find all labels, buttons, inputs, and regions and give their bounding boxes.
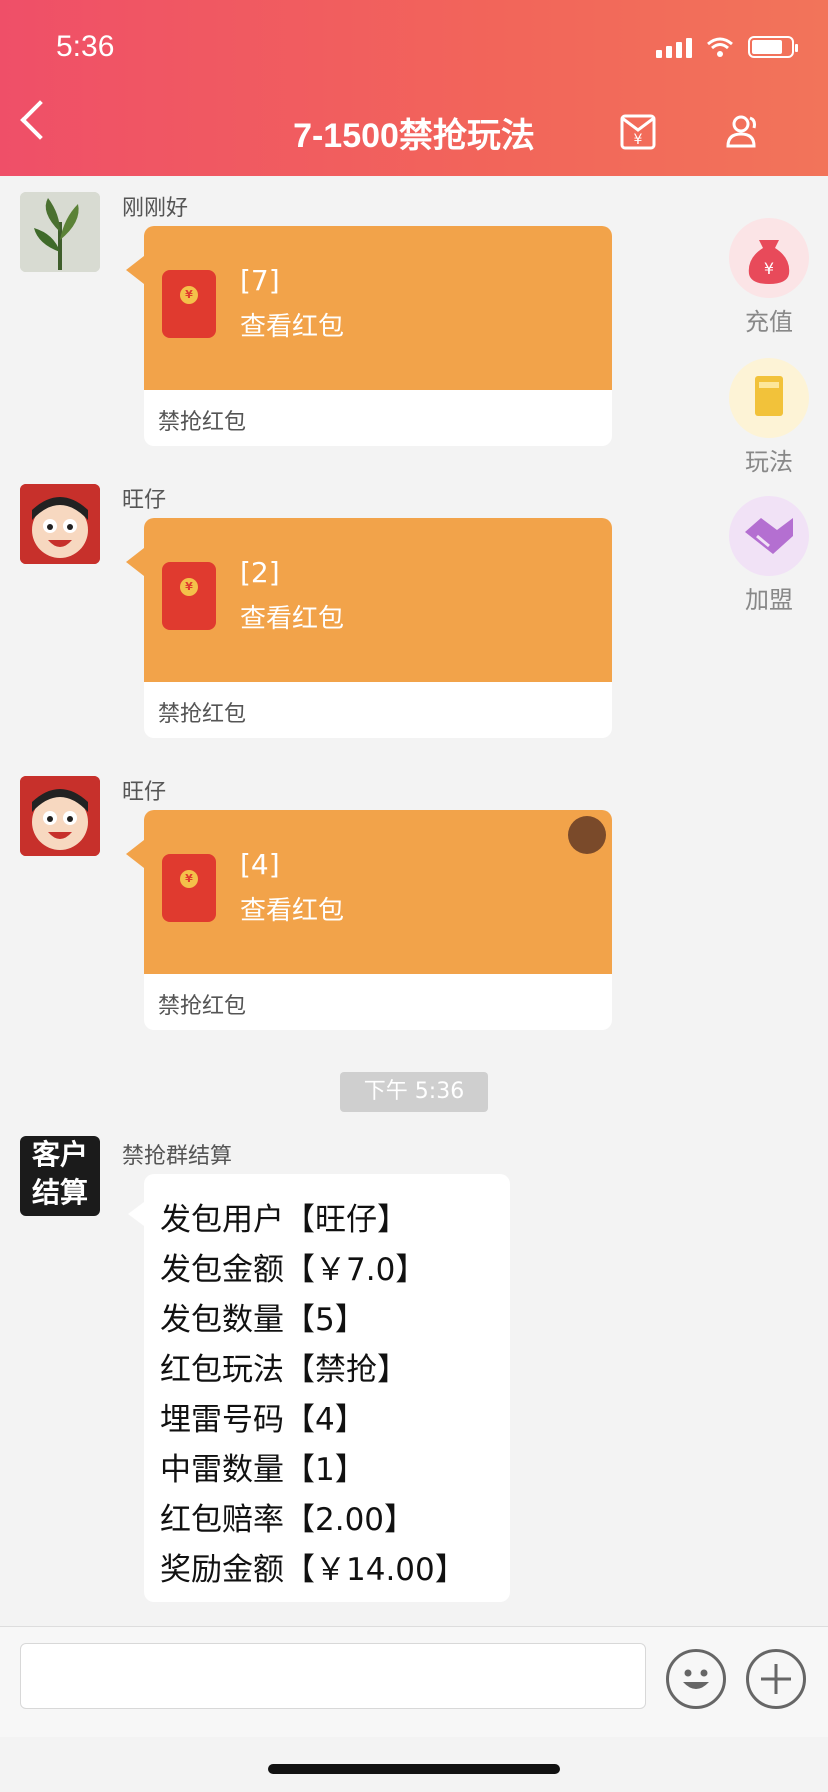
red-envelope-card[interactable]: ¥ [7] 查看红包 禁抢红包 (126, 226, 612, 446)
side-label: 充值 (745, 308, 793, 336)
settlement-line: 红包赔率【2.00】 (160, 1502, 416, 1538)
envelope-number: [7] (240, 264, 280, 297)
status-time: 5:36 (56, 30, 115, 63)
side-label: 加盟 (745, 586, 793, 614)
home-indicator (268, 1764, 560, 1774)
page-title: 7-1500禁抢玩法 (293, 117, 535, 155)
rulebook-icon (729, 358, 809, 438)
sender-name: 旺仔 (122, 780, 167, 805)
status-icons (656, 36, 798, 58)
red-envelope-icon: ¥ (162, 562, 216, 630)
handshake-icon (729, 496, 809, 576)
settlement-line: 红包玩法【禁抢】 (160, 1352, 408, 1388)
money-bag-icon: ¥ (729, 218, 809, 298)
envelope-type-label: 禁抢红包 (158, 702, 247, 727)
input-bar (0, 1626, 828, 1737)
bubble-tail (128, 1202, 144, 1226)
envelope-number: [4] (240, 848, 280, 881)
svg-text:¥: ¥ (634, 132, 643, 148)
wangzai-avatar-icon (20, 776, 100, 856)
sender-name: 禁抢群结算 (122, 1144, 233, 1169)
envelope-number: [2] (240, 556, 280, 589)
plus-button[interactable] (746, 1649, 806, 1709)
mascot-badge-icon (568, 816, 606, 854)
smiley-icon (683, 1669, 709, 1689)
red-envelope-card[interactable]: ¥ [4] 查看红包 禁抢红包 (126, 810, 612, 1030)
battery-icon (748, 36, 798, 58)
view-envelope-label: 查看红包 (240, 604, 345, 634)
signal-icon (656, 38, 692, 58)
avatar-text-line: 结算 (31, 1176, 88, 1209)
envelope-type-label: 禁抢红包 (158, 410, 247, 435)
battery-fill (752, 40, 782, 54)
red-envelope-icon: ¥ (162, 854, 216, 922)
settlement-line: 发包金额【￥7.0】 (160, 1252, 427, 1288)
header-bar: 5:36 7-1500禁抢玩法 ¥ (0, 0, 828, 176)
sender-name: 刚刚好 (122, 196, 189, 221)
sender-name: 旺仔 (122, 488, 167, 513)
plant-photo (20, 192, 100, 272)
settlement-message: 发包用户【旺仔】 发包金额【￥7.0】 发包数量【5】 红包玩法【禁抢】 埋雷号… (128, 1174, 510, 1602)
side-label: 玩法 (745, 448, 793, 476)
side-button-rules[interactable]: 玩法 (726, 358, 812, 477)
bubble-tail (126, 548, 144, 576)
svg-text:¥: ¥ (764, 259, 774, 278)
avatar[interactable]: 客户 结算 (20, 1136, 100, 1216)
settlement-line: 发包数量【5】 (160, 1302, 366, 1338)
avatar-text-line: 客户 (31, 1138, 88, 1171)
message-input[interactable] (20, 1643, 646, 1709)
bubble-tail (126, 256, 144, 284)
envelope-type-label: 禁抢红包 (158, 994, 247, 1019)
bubble-tail (126, 840, 144, 868)
side-button-recharge[interactable]: ¥ 充值 (726, 218, 812, 337)
settlement-line: 中雷数量【1】 (160, 1452, 366, 1488)
avatar[interactable] (20, 192, 100, 272)
group-members-button[interactable] (724, 112, 764, 152)
avatar[interactable] (20, 484, 100, 564)
red-envelope-card[interactable]: ¥ [2] 查看红包 禁抢红包 (126, 518, 612, 738)
avatar[interactable] (20, 776, 100, 856)
side-button-join[interactable]: 加盟 (726, 496, 812, 615)
wifi-icon (707, 37, 733, 57)
settlement-line: 发包用户【旺仔】 (160, 1202, 408, 1238)
time-divider: 下午 5:36 (340, 1072, 488, 1112)
red-envelope-button[interactable]: ¥ (618, 112, 658, 152)
wangzai-avatar-icon (20, 484, 100, 564)
red-envelope-icon: ¥ (162, 270, 216, 338)
view-envelope-label: 查看红包 (240, 896, 345, 926)
view-envelope-label: 查看红包 (240, 312, 345, 342)
emoji-button[interactable] (666, 1649, 726, 1709)
settlement-line: 奖励金额【￥14.00】 (160, 1552, 466, 1588)
settlement-line: 埋雷号码【4】 (160, 1402, 366, 1438)
